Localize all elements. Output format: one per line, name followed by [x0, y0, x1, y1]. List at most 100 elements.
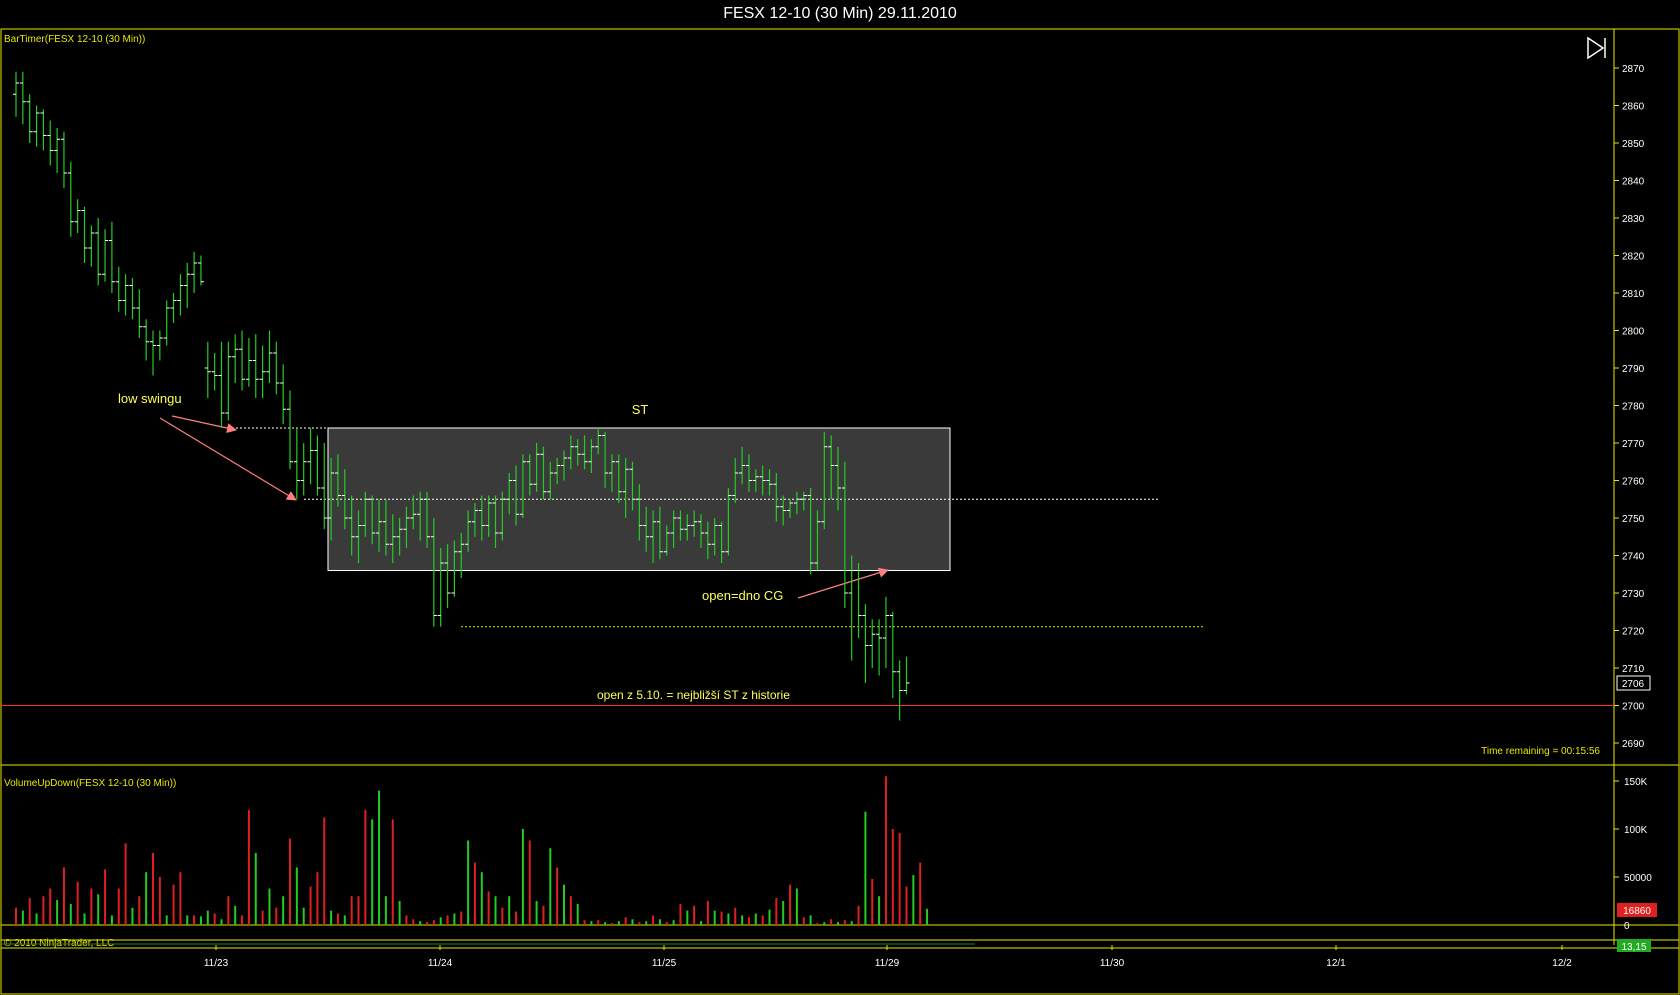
ohlc-bar — [321, 443, 328, 530]
arrow-low-swing-1[interactable] — [171, 415, 237, 433]
ohlc-bar — [239, 330, 246, 391]
ohlc-bar — [862, 604, 869, 683]
time-tick-label: 12/2 — [1552, 958, 1572, 969]
annotation-open-cg[interactable]: open=dno CG — [702, 588, 783, 603]
price-tick-label: 2770 — [1622, 439, 1645, 450]
ohlc-bar — [13, 71, 19, 117]
ohlc-bar — [307, 428, 314, 485]
ohlc-bar — [211, 353, 218, 391]
volume-tick-label: 0 — [1624, 921, 1630, 932]
price-tick-label: 2830 — [1622, 214, 1645, 225]
price-tick-label: 2800 — [1622, 327, 1645, 338]
annotation-st[interactable]: ST — [632, 402, 649, 417]
ohlc-bar — [88, 225, 95, 267]
ohlc-bar — [848, 555, 855, 661]
price-axis: 2870 2860 2850 2840 2830 2820 2810 2800 2790 2780… — [1614, 64, 1645, 750]
ohlc-bar — [225, 341, 232, 421]
ohlc-bar — [67, 161, 74, 237]
volume-tick-label: 150K — [1624, 777, 1648, 788]
volume-tick-label: 100K — [1624, 825, 1648, 836]
ohlc-bar — [129, 278, 136, 320]
ohlc-bar — [143, 319, 150, 361]
time-tick-label: 11/24 — [428, 958, 453, 969]
ohlc-bar — [191, 251, 198, 293]
ohlc-bar — [882, 596, 889, 668]
ohlc-bar — [855, 563, 862, 638]
price-tick-label: 2740 — [1622, 552, 1645, 563]
ohlc-bar — [197, 255, 204, 286]
last-volume-tag-text: 16860 — [1623, 906, 1651, 917]
ohlc-bar — [287, 390, 293, 470]
ohlc-bar — [245, 338, 252, 387]
ohlc-bar — [60, 131, 67, 188]
ohlc-bar — [293, 428, 300, 500]
arrow-open-cg[interactable] — [797, 567, 889, 599]
ohlc-bar — [903, 656, 910, 695]
ohlc-bar — [218, 341, 225, 428]
arrow-low-swing-2[interactable] — [159, 417, 297, 501]
footer-value-tag-text: 13,15 — [1621, 942, 1646, 953]
price-tick-label: 2720 — [1622, 627, 1645, 638]
ohlc-bar — [156, 330, 163, 361]
price-tick-label: 2700 — [1622, 702, 1645, 713]
play-end-icon[interactable] — [1587, 36, 1606, 60]
annotation-open-history[interactable]: open z 5.10. = nejbližší ST z historie — [597, 688, 790, 702]
price-tick-label: 2790 — [1622, 364, 1645, 375]
ohlc-bar — [95, 218, 102, 286]
price-tick-label: 2860 — [1622, 102, 1645, 113]
ohlc-bar — [889, 611, 896, 698]
volume-bars — [15, 776, 929, 925]
ohlc-bar — [204, 341, 211, 398]
price-tick-label: 2750 — [1622, 514, 1645, 525]
ohlc-bar — [184, 263, 191, 308]
ohlc-bar — [273, 341, 280, 395]
ohlc-bar — [876, 619, 883, 676]
price-tick-label: 2780 — [1622, 402, 1645, 413]
volume-tick-label: 50000 — [1624, 873, 1652, 884]
ohlc-bar — [26, 94, 33, 143]
price-tick-label: 2710 — [1622, 664, 1645, 675]
price-tick-label: 2690 — [1622, 739, 1645, 750]
chart-canvas[interactable]: 2870 2860 2850 2840 2830 2820 2810 2800 2790 2780… — [0, 0, 1680, 995]
price-tick-label: 2870 — [1622, 64, 1645, 75]
time-remaining-label: Time remaining = 00:15:56 — [1481, 746, 1600, 757]
ohlc-bar — [896, 660, 903, 721]
price-tick-label: 2840 — [1622, 177, 1645, 188]
ohlc-bar — [300, 443, 307, 496]
last-volume-tag: 16860 — [1617, 903, 1657, 917]
ohlc-bar — [150, 330, 156, 376]
chart-window: FESX 12-10 (30 Min) 29.11.2010 2870 2860 2… — [0, 0, 1680, 995]
ohlc-bar — [47, 120, 54, 166]
ohlc-bar — [54, 128, 61, 173]
time-tick-label: 11/25 — [652, 958, 677, 969]
ohlc-bar — [280, 364, 287, 425]
ohlc-bar — [81, 206, 88, 263]
ohlc-bar — [19, 71, 26, 125]
ohlc-bar — [122, 274, 129, 316]
ohlc-bar — [177, 274, 184, 316]
ohlc-bar — [136, 289, 143, 338]
time-tick-label: 12/1 — [1326, 958, 1346, 969]
ohlc-bar — [102, 229, 109, 282]
ohlc-bar — [252, 334, 259, 398]
ohlc-bar — [259, 345, 266, 398]
ohlc-bar — [232, 334, 239, 383]
ohlc-bar — [108, 221, 115, 293]
time-tick-label: 11/23 — [204, 958, 229, 969]
bartimer-label: BarTimer(FESX 12-10 (30 Min)) — [4, 34, 145, 45]
ohlc-bar — [74, 199, 81, 233]
last-price-tag: 2706 — [1616, 675, 1651, 691]
volume-indicator-label: VolumeUpDown(FESX 12-10 (30 Min)) — [4, 778, 176, 789]
ohlc-bar — [266, 330, 273, 383]
annotation-low-swing[interactable]: low swingu — [118, 391, 182, 406]
price-tick-label: 2820 — [1622, 252, 1645, 263]
last-price-tag-text: 2706 — [1622, 679, 1645, 690]
time-tick-label: 11/30 — [1100, 958, 1125, 969]
ohlc-bar — [163, 300, 170, 346]
ohlc-bar — [115, 266, 122, 312]
price-tick-label: 2760 — [1622, 477, 1645, 488]
price-tick-label: 2850 — [1622, 139, 1645, 150]
ohlc-bar — [33, 105, 40, 147]
price-tick-label: 2810 — [1622, 289, 1645, 300]
price-tick-label: 2730 — [1622, 589, 1645, 600]
